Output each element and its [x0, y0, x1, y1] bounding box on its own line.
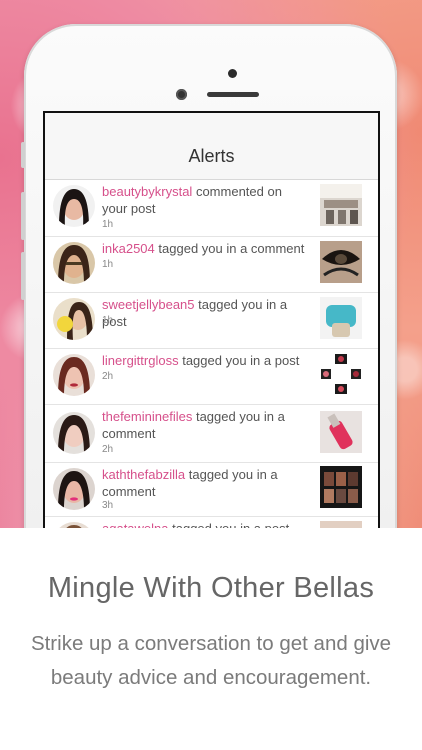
post-thumbnail[interactable]: [320, 466, 362, 508]
volume-up-button: [21, 192, 25, 240]
alert-username[interactable]: inka2504: [102, 241, 155, 256]
alert-action: tagged you in a comment: [158, 241, 305, 256]
mute-switch: [21, 142, 25, 168]
alert-text: sweetjellybean5 tagged you in a post: [102, 296, 307, 330]
avatar[interactable]: [53, 468, 95, 510]
post-thumbnail[interactable]: [320, 184, 362, 226]
volume-down-button: [21, 252, 25, 300]
alert-action: tagged you in a post: [182, 353, 300, 368]
alert-text: kaththefabzilla tagged you in a comment: [102, 466, 307, 500]
alert-row[interactable]: beautybykrystal commented on your post 1…: [45, 180, 378, 237]
alert-username[interactable]: linergittrgloss: [102, 353, 179, 368]
phone-screen: Alerts beautybykrystal commented on your…: [43, 111, 380, 530]
avatar[interactable]: [53, 298, 95, 340]
alert-time: 2h: [102, 371, 114, 382]
alert-row[interactable]: kaththefabzilla tagged you in a comment …: [45, 463, 378, 517]
post-thumbnail[interactable]: [320, 297, 362, 339]
alert-username[interactable]: kaththefabzilla: [102, 467, 185, 482]
avatar[interactable]: [53, 185, 95, 227]
caption-headline: Mingle With Other Bellas: [47, 572, 375, 604]
alert-time: 2h: [102, 444, 114, 455]
post-thumbnail[interactable]: [320, 353, 362, 395]
avatar[interactable]: [53, 412, 95, 454]
post-thumbnail[interactable]: [320, 411, 362, 453]
alert-text: linergittrgloss tagged you in a post: [102, 352, 307, 369]
page-title: Alerts: [188, 146, 235, 166]
alert-time: 1h: [102, 219, 114, 230]
avatar[interactable]: [53, 242, 95, 284]
nav-bar: Alerts: [45, 113, 378, 180]
alert-text: thefemininefiles tagged you in a comment: [102, 408, 307, 442]
front-camera: [176, 89, 187, 100]
alert-row[interactable]: sweetjellybean5 tagged you in a post 1h: [45, 293, 378, 349]
alert-row[interactable]: linergittrgloss tagged you in a post 2h: [45, 349, 378, 405]
earpiece-speaker: [207, 92, 259, 97]
alert-time: 1h: [102, 315, 114, 326]
avatar[interactable]: [53, 354, 95, 396]
alert-username[interactable]: beautybykrystal: [102, 184, 192, 199]
alert-text: inka2504 tagged you in a comment: [102, 240, 307, 257]
alert-time: 1h: [102, 259, 114, 270]
caption-body: Strike up a conversation to get and give…: [30, 632, 392, 689]
caption-panel: Mingle With Other Bellas Strike up a con…: [0, 528, 422, 750]
alert-row[interactable]: thefemininefiles tagged you in a comment…: [45, 405, 378, 463]
proximity-sensor: [228, 69, 237, 78]
alert-username[interactable]: thefemininefiles: [102, 409, 192, 424]
post-thumbnail[interactable]: [320, 241, 362, 283]
alert-text: beautybykrystal commented on your post: [102, 183, 307, 217]
alert-username[interactable]: sweetjellybean5: [102, 297, 195, 312]
alert-row[interactable]: inka2504 tagged you in a comment 1h: [45, 237, 378, 293]
alert-time: 3h: [102, 500, 114, 511]
